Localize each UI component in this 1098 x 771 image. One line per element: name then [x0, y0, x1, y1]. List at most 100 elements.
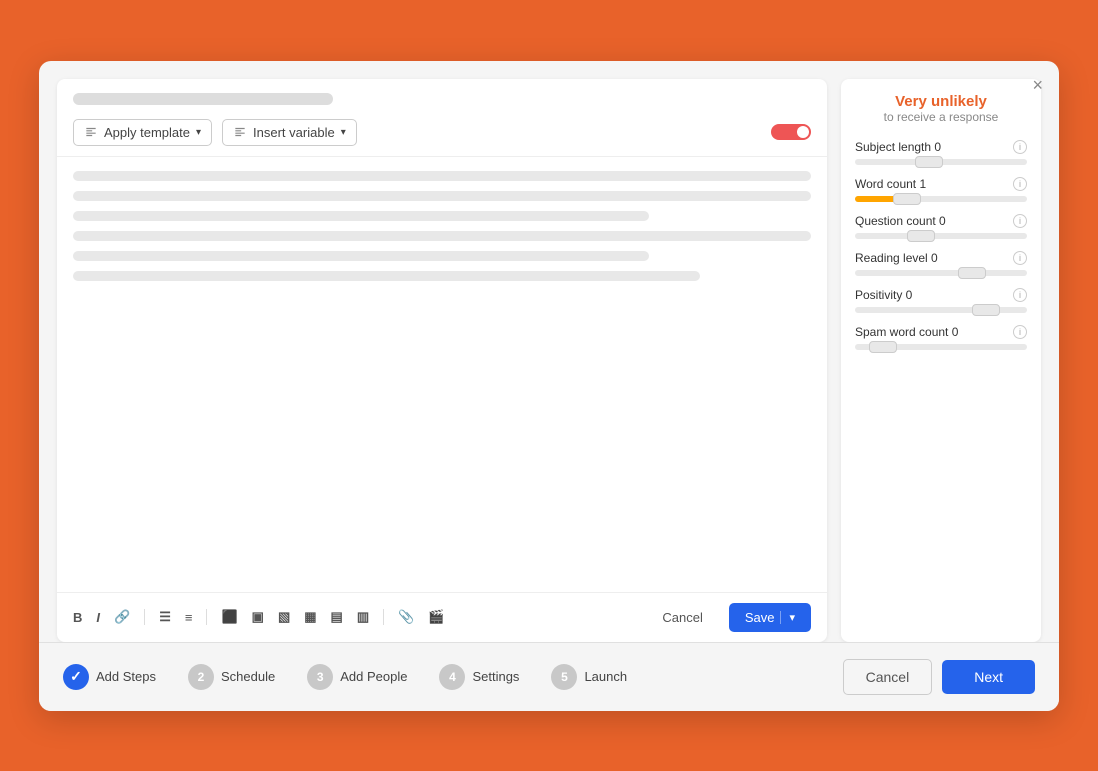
stat-reading-thumb	[958, 267, 986, 279]
align-right-icon[interactable]: ▧	[278, 609, 290, 625]
fmt-sep-1	[144, 609, 145, 625]
text-line-5	[73, 251, 649, 261]
stats-subtitle: to receive a response	[855, 110, 1027, 124]
text-line-1	[73, 171, 811, 181]
step-item-1[interactable]: ✓ Add Steps	[63, 664, 156, 690]
stat-spam-info[interactable]: i	[1013, 325, 1027, 339]
bottom-cancel-button[interactable]: Cancel	[843, 659, 933, 695]
stat-question-label: Question count 0	[855, 214, 946, 228]
step-label-1: Add Steps	[96, 669, 156, 684]
editor-toolbar-row: Apply template ▾ Insert variable ▾	[73, 119, 811, 146]
content-area: Apply template ▾ Insert variable ▾	[39, 61, 1059, 642]
step-circle-5: 5	[551, 664, 577, 690]
text-line-3	[73, 211, 649, 221]
bottom-actions: Cancel Next	[843, 659, 1035, 695]
stat-positivity: Positivity 0 i	[855, 288, 1027, 313]
text-line-4	[73, 231, 811, 241]
step-item-2[interactable]: 2 Schedule	[188, 664, 275, 690]
link-icon[interactable]: 🔗	[114, 609, 130, 625]
stat-spam-label-row: Spam word count 0 i	[855, 325, 1027, 339]
step-item-5[interactable]: 5 Launch	[551, 664, 627, 690]
stat-reading-track	[855, 270, 1027, 276]
editor-title-bar	[73, 93, 333, 105]
stat-word-label: Word count 1	[855, 177, 926, 191]
stat-positivity-thumb	[972, 304, 1000, 316]
toggle-switch[interactable]	[771, 124, 811, 140]
stat-word-thumb	[893, 193, 921, 205]
more-icon[interactable]: ▥	[357, 609, 369, 625]
bottom-bar: ✓ Add Steps 2 Schedule 3 Add People 4 Se…	[39, 642, 1059, 711]
image-icon[interactable]: 🎬	[428, 609, 444, 625]
apply-template-button[interactable]: Apply template ▾	[73, 119, 212, 146]
bold-icon[interactable]: B	[73, 610, 82, 625]
save-dropdown-arrow[interactable]: ▾	[780, 611, 795, 624]
stat-positivity-info[interactable]: i	[1013, 288, 1027, 302]
stat-positivity-track	[855, 307, 1027, 313]
editor-body[interactable]	[57, 157, 827, 592]
stat-question-count: Question count 0 i	[855, 214, 1027, 239]
stat-question-track	[855, 233, 1027, 239]
stat-subject-thumb	[915, 156, 943, 168]
stat-word-info[interactable]: i	[1013, 177, 1027, 191]
stat-word-count: Word count 1 i	[855, 177, 1027, 202]
stat-spam-count: Spam word count 0 i	[855, 325, 1027, 350]
text-line-6	[73, 271, 700, 281]
stat-question-thumb	[907, 230, 935, 242]
steps-nav: ✓ Add Steps 2 Schedule 3 Add People 4 Se…	[63, 664, 843, 690]
close-button[interactable]: ×	[1032, 75, 1043, 96]
fmt-sep-3	[383, 609, 384, 625]
apply-template-chevron: ▾	[196, 127, 201, 138]
insert-variable-button[interactable]: Insert variable ▾	[222, 119, 357, 146]
stat-subject-info[interactable]: i	[1013, 140, 1027, 154]
step-label-3: Add People	[340, 669, 407, 684]
save-button[interactable]: Save ▾	[729, 603, 811, 632]
stat-subject-length: Subject length 0 i	[855, 140, 1027, 165]
editor-panel: Apply template ▾ Insert variable ▾	[57, 79, 827, 642]
insert-variable-label: Insert variable	[253, 125, 335, 140]
stat-subject-label-row: Subject length 0 i	[855, 140, 1027, 154]
editor-footer: B I 🔗 ☰ ≡ ⬛ ▣ ▧ ▦ ▤ ▥ 📎 🎬 Cancel Save	[57, 592, 827, 642]
step-circle-2: 2	[188, 664, 214, 690]
apply-template-label: Apply template	[104, 125, 190, 140]
step-label-2: Schedule	[221, 669, 275, 684]
number-list-icon[interactable]: ≡	[185, 610, 193, 625]
text-line-2	[73, 191, 811, 201]
step-circle-4: 4	[439, 664, 465, 690]
stats-title: Very unlikely	[855, 93, 1027, 110]
bottom-next-button[interactable]: Next	[942, 660, 1035, 694]
variable-icon	[233, 125, 247, 139]
main-card: × Apply template ▾ Insert variable ▾	[39, 61, 1059, 711]
stat-spam-thumb	[869, 341, 897, 353]
step-item-3[interactable]: 3 Add People	[307, 664, 407, 690]
stat-question-info[interactable]: i	[1013, 214, 1027, 228]
stats-panel: Very unlikely to receive a response Subj…	[841, 79, 1041, 642]
stat-reading-info[interactable]: i	[1013, 251, 1027, 265]
cancel-button[interactable]: Cancel	[650, 604, 714, 631]
align-left-icon[interactable]: ⬛	[221, 609, 237, 625]
step-label-4: Settings	[472, 669, 519, 684]
indent-icon[interactable]: ▦	[304, 609, 316, 625]
step-label-5: Launch	[584, 669, 627, 684]
stat-spam-track	[855, 344, 1027, 350]
step-circle-1: ✓	[63, 664, 89, 690]
save-label: Save	[745, 610, 775, 625]
stat-word-track	[855, 196, 1027, 202]
fmt-sep-2	[206, 609, 207, 625]
align-center-icon[interactable]: ▣	[252, 609, 264, 625]
stat-spam-label: Spam word count 0	[855, 325, 958, 339]
stat-subject-label: Subject length 0	[855, 140, 941, 154]
stat-question-label-row: Question count 0 i	[855, 214, 1027, 228]
stat-subject-track	[855, 159, 1027, 165]
stat-reading-label: Reading level 0	[855, 251, 938, 265]
editor-header: Apply template ▾ Insert variable ▾	[57, 79, 827, 157]
stats-header: Very unlikely to receive a response	[855, 93, 1027, 124]
stat-reading-label-row: Reading level 0 i	[855, 251, 1027, 265]
bullet-list-icon[interactable]: ☰	[159, 609, 171, 625]
outdent-icon[interactable]: ▤	[331, 609, 343, 625]
attachment-icon[interactable]: 📎	[398, 609, 414, 625]
stat-reading-level: Reading level 0 i	[855, 251, 1027, 276]
step-item-4[interactable]: 4 Settings	[439, 664, 519, 690]
step-circle-3: 3	[307, 664, 333, 690]
italic-icon[interactable]: I	[96, 610, 100, 625]
template-icon	[84, 125, 98, 139]
